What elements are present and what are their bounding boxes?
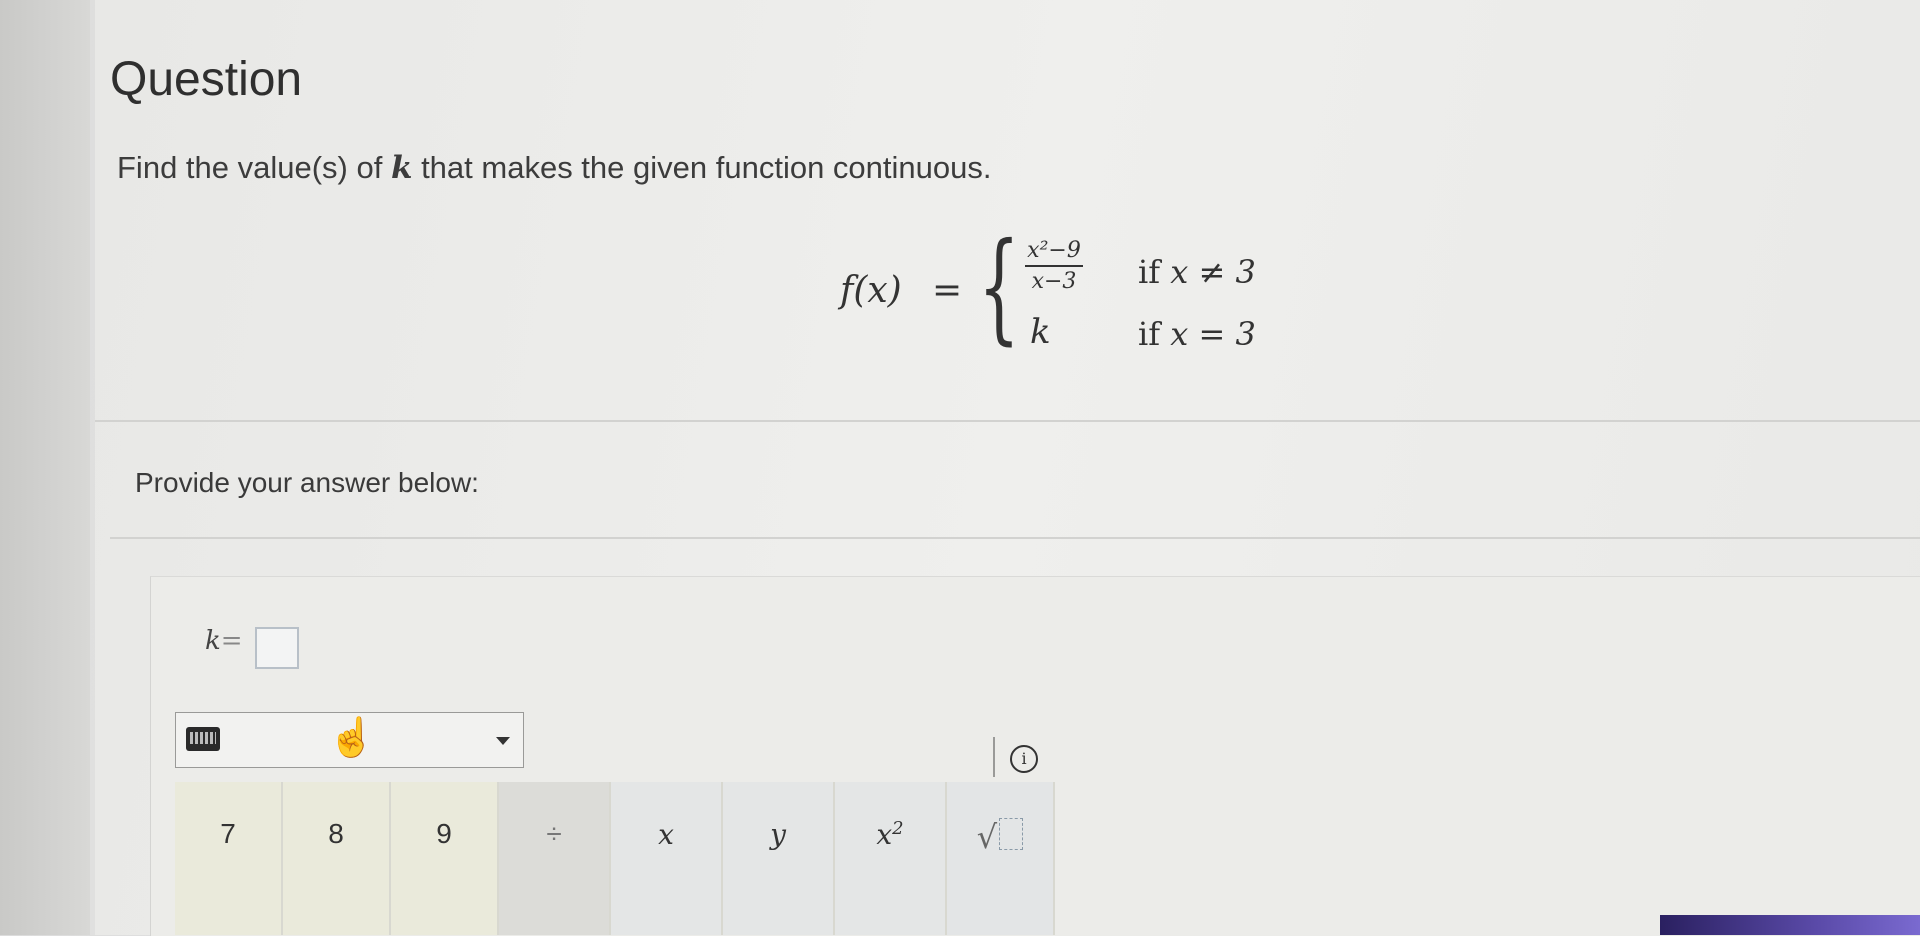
taskbar-edge [1660, 915, 1920, 935]
case2-if: if [1138, 315, 1171, 353]
case2-value: k [1030, 312, 1051, 352]
left-edge [0, 0, 90, 935]
keyboard-icon[interactable] [186, 727, 220, 751]
answer-input[interactable] [255, 627, 299, 669]
question-prompt: Find the value(s) of k that makes the gi… [117, 150, 991, 186]
fraction-numerator: x²−9 [1025, 238, 1083, 267]
function-equals: = [932, 270, 963, 311]
case2-condition: if x = 3 [1138, 315, 1256, 353]
case1-expr: x ≠ 3 [1170, 253, 1256, 291]
key-7[interactable]: 7 [175, 782, 283, 935]
case1-condition: if x ≠ 3 [1138, 253, 1256, 291]
placeholder-box-icon [999, 818, 1024, 850]
case1-if: if [1138, 253, 1171, 291]
x-squared-exponent: 2 [892, 818, 904, 839]
key-sqrt[interactable]: √ [947, 782, 1055, 935]
prompt-variable: k [390, 150, 413, 186]
divider [95, 420, 1920, 422]
fraction-denominator: x−3 [1031, 269, 1077, 294]
chevron-down-icon[interactable] [496, 737, 510, 745]
answer-equation: k= [205, 626, 243, 656]
divider [110, 537, 1920, 539]
key-y[interactable]: y [723, 782, 835, 935]
case2-expr: x = 3 [1170, 315, 1256, 353]
sqrt-icon: √ [976, 818, 998, 856]
key-x[interactable]: x [611, 782, 723, 935]
page-title: Question [110, 53, 303, 106]
key-9[interactable]: 9 [391, 782, 499, 935]
answer-variable: k [205, 626, 221, 656]
x-squared-base: x [876, 818, 893, 851]
prompt-text-after: that makes the given function continuous… [412, 150, 992, 185]
left-brace-icon: { [978, 218, 1020, 357]
prompt-text-before: Find the value(s) of [117, 150, 391, 185]
info-icon[interactable]: i [1010, 745, 1038, 773]
key-x-squared[interactable]: x2 [835, 782, 947, 935]
fraction: x²−9 x−3 [1025, 238, 1083, 294]
answer-label: Provide your answer below: [135, 467, 479, 498]
toolbar-divider [993, 737, 995, 777]
answer-equals: = [220, 626, 243, 656]
key-divide[interactable]: ÷ [499, 782, 611, 935]
function-lhs: f(x) [840, 270, 902, 311]
math-keypad: 7 8 9 ÷ x y x2 √ [175, 782, 1055, 935]
key-8[interactable]: 8 [283, 782, 391, 935]
hand-pointer-icon: ☝ [328, 717, 376, 759]
